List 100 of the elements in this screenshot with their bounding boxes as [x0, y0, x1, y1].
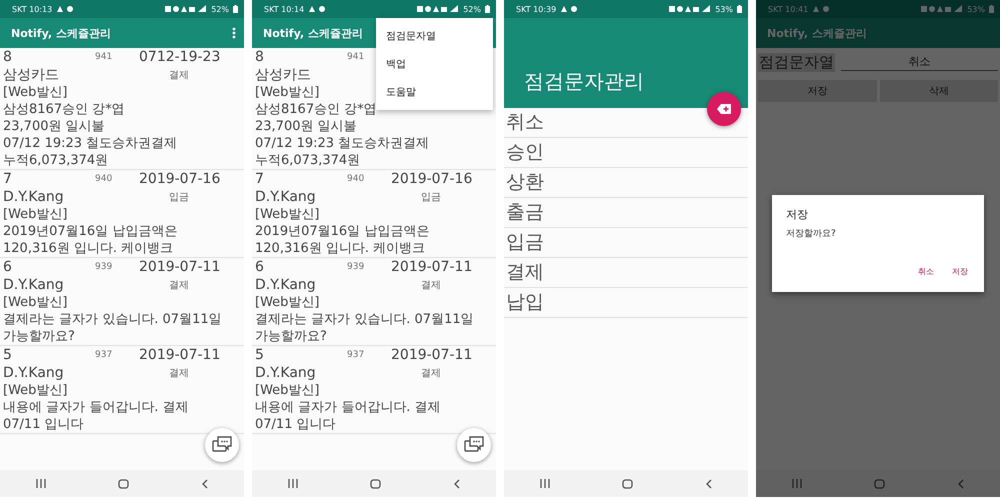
- message-sender: D.Y.Kang: [255, 189, 317, 205]
- recents-icon[interactable]: [792, 479, 802, 488]
- recents-icon[interactable]: [36, 479, 46, 488]
- message-category: 결제: [169, 69, 189, 82]
- message-category: 입금: [421, 191, 441, 204]
- message-text: 2019년07월16일 납입금액은: [3, 223, 178, 240]
- status-icons-drawing: [165, 5, 208, 13]
- message-category: 결제: [421, 279, 441, 292]
- back-icon[interactable]: [202, 478, 208, 488]
- message-text: 07/12 19:23 철도승차권결제: [3, 135, 178, 152]
- message-text: 2019년07월16일 납입금액은: [255, 223, 430, 240]
- home-icon[interactable]: [874, 478, 886, 488]
- keyword-list-item[interactable]: 출금: [504, 198, 748, 228]
- battery-percent: 53%: [715, 4, 733, 14]
- message-text: 07/11 입니다: [255, 416, 336, 433]
- carrier-time: SKT 10:39: [516, 4, 556, 14]
- message-date: 0712-19-23: [139, 49, 220, 65]
- message-text: 07/12 19:23 철도승차권결제: [255, 135, 430, 152]
- message-id: 940: [95, 174, 114, 184]
- status-icons-drawing: [417, 5, 460, 13]
- chat-fab[interactable]: [205, 428, 239, 462]
- menu-item[interactable]: 도움말: [376, 78, 493, 106]
- message-id: 937: [95, 350, 114, 360]
- message-text: 07/11 입니다: [3, 416, 84, 433]
- recents-icon[interactable]: [288, 479, 298, 488]
- add-fab[interactable]: [707, 92, 741, 126]
- field-label: 점검문자열: [758, 52, 835, 72]
- message-number: 6: [3, 259, 13, 275]
- keyword-list-item[interactable]: 입금: [504, 228, 748, 258]
- message-text: 23,700원 일시불: [255, 118, 357, 135]
- message-number: 6: [255, 259, 265, 275]
- message-sender: 삼성카드: [255, 66, 312, 84]
- message-id: 940: [347, 174, 366, 184]
- notification-icons-drawing: [308, 5, 326, 13]
- keyword-list-item[interactable]: 납입: [504, 288, 748, 318]
- notification-icons-drawing: [560, 5, 578, 13]
- message-number: 5: [3, 347, 13, 363]
- message-text: [Web발신]: [3, 84, 68, 101]
- menu-item[interactable]: 백업: [376, 50, 493, 78]
- back-icon[interactable]: [958, 478, 964, 488]
- notification-icons-drawing: [56, 5, 74, 13]
- notification-icons-drawing: [812, 5, 830, 13]
- battery-icon: [737, 5, 742, 13]
- carrier-time: SKT 10:41: [768, 4, 808, 14]
- message-text: [Web발신]: [255, 382, 320, 399]
- status-icons-drawing: [669, 5, 712, 13]
- message-number: 8: [3, 49, 13, 65]
- message-text: [Web발신]: [255, 294, 320, 311]
- message-sender: D.Y.Kang: [255, 277, 317, 293]
- app-title: Notify, 스케쥴관리: [11, 26, 111, 40]
- message-text: 120,316원 입니다. 케이뱅크: [3, 240, 174, 257]
- message-text: 결제라는 글자가 있습니다. 07월11일: [255, 311, 474, 328]
- battery-percent: 53%: [967, 4, 985, 14]
- dialog-button[interactable]: 취소: [916, 266, 936, 277]
- overflow-menu-icon[interactable]: [232, 27, 236, 39]
- keyword-list-item[interactable]: 승인: [504, 138, 748, 168]
- message-text: 가능할까요?: [255, 328, 327, 345]
- message-date: 2019-07-11: [139, 259, 220, 275]
- message-date: 2019-07-11: [139, 347, 220, 363]
- message-text: 누적6,073,374원: [255, 152, 360, 169]
- message-text: 누적6,073,374원: [3, 152, 108, 169]
- home-icon[interactable]: [118, 478, 130, 488]
- dialog-button[interactable]: 저장: [950, 266, 970, 277]
- recents-icon[interactable]: [540, 479, 550, 488]
- message-id: 937: [347, 350, 366, 360]
- message-text: 결제라는 글자가 있습니다. 07월11일: [3, 311, 222, 328]
- battery-percent: 52%: [463, 4, 481, 14]
- message-date: 2019-07-11: [391, 347, 472, 363]
- message-id: 941: [95, 52, 114, 62]
- message-sender: D.Y.Kang: [3, 365, 65, 381]
- app-title: Notify, 스케쥴관리: [263, 26, 363, 40]
- keyword-list-item[interactable]: 결제: [504, 258, 748, 288]
- message-text: [Web발신]: [3, 294, 68, 311]
- message-text: [Web발신]: [3, 382, 68, 399]
- message-category: 결제: [169, 279, 189, 292]
- message-text: 23,700원 일시불: [3, 118, 105, 135]
- carrier-time: SKT 10:14: [264, 4, 304, 14]
- status-icons-drawing: [921, 5, 964, 13]
- dialog-title: 저장: [786, 207, 809, 222]
- home-icon[interactable]: [622, 478, 634, 488]
- battery-icon: [485, 5, 490, 13]
- chat-fab[interactable]: [457, 428, 491, 462]
- message-id: 939: [95, 262, 114, 272]
- keyword-list-item[interactable]: 상환: [504, 168, 748, 198]
- message-date: 2019-07-16: [391, 171, 472, 187]
- message-id: 941: [347, 52, 366, 62]
- message-text: [Web발신]: [3, 206, 68, 223]
- message-date: 2019-07-16: [139, 171, 220, 187]
- chat-icon: [464, 436, 484, 454]
- message-number: 7: [255, 171, 265, 187]
- message-sender: D.Y.Kang: [3, 189, 65, 205]
- message-id: 939: [347, 262, 366, 272]
- message-text: 내용에 글자가 들어갑니다. 결제: [3, 399, 189, 416]
- back-icon[interactable]: [454, 478, 460, 488]
- message-sender: D.Y.Kang: [3, 277, 65, 293]
- home-icon[interactable]: [370, 478, 382, 488]
- tag-plus-icon: [717, 104, 731, 114]
- back-icon[interactable]: [706, 478, 712, 488]
- menu-item[interactable]: 점검문자열: [376, 22, 493, 50]
- message-number: 8: [255, 49, 265, 65]
